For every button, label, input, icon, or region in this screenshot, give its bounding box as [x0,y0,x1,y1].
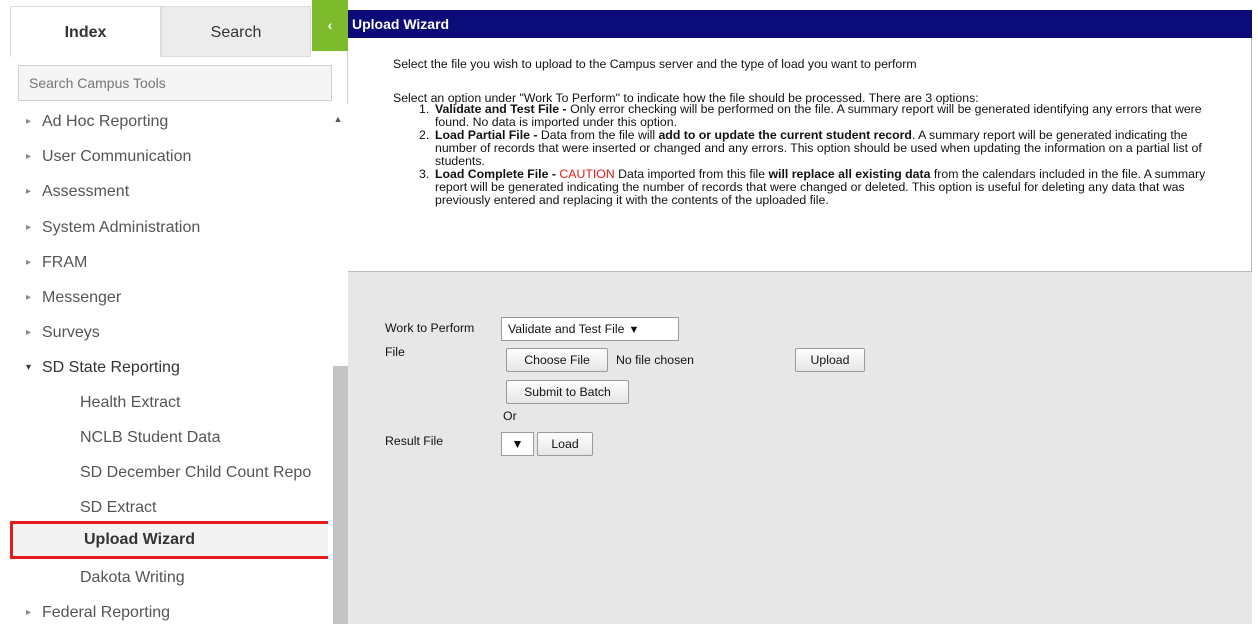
work-to-perform-label: Work to Perform [385,321,475,335]
chevron-right-icon: ▸ [26,151,32,162]
result-file-label: Result File [385,434,444,448]
sidebar-item-label: User Communication [42,148,192,165]
chevron-down-icon: ▾ [26,362,32,373]
option-emphasis: will replace all existing data [768,167,931,181]
choose-file-button[interactable]: Choose File [506,348,608,372]
upload-form: Work to Perform Validate and Test File ▼ … [348,272,1252,624]
sidebar-item-messenger[interactable]: ▸ Messenger [6,280,328,316]
option-item: 1. Validate and Test File - Only error c… [393,103,1213,129]
or-text: Or [503,409,517,423]
sidebar-tabs: Index Search ‹ [6,0,348,57]
chevron-down-icon: ▼ [511,437,524,451]
work-to-perform-select[interactable]: Validate and Test File ▼ [501,317,679,341]
chevron-right-icon: ▸ [26,257,32,268]
sidebar-item-sd-state-reporting[interactable]: ▾ SD State Reporting [6,350,328,386]
chevron-down-icon: ▼ [628,324,640,336]
sidebar-item-federal-reporting[interactable]: ▸ Federal Reporting [6,595,328,624]
sidebar-item-nclb-student-data[interactable]: NCLB Student Data [6,420,328,456]
option-text: Data from the file will [540,128,659,142]
chevron-right-icon: ▸ [26,607,32,618]
no-file-chosen-text: No file chosen [616,353,694,367]
option-number: 2. [419,128,430,142]
tab-search[interactable]: Search [161,6,311,57]
option-title: Load Partial File - [435,128,541,142]
sidebar-item-fram[interactable]: ▸ FRAM [6,245,328,281]
search-campus-tools-input[interactable] [18,65,332,101]
sidebar-item-label: Health Extract [80,394,181,411]
instructions-panel: Select the file you wish to upload to th… [348,38,1252,272]
sidebar-item-label: Dakota Writing [80,569,185,586]
sidebar-item-label: SD December Child Count Repo [80,464,312,481]
intro-text: Select the file you wish to upload to th… [393,57,917,71]
load-button[interactable]: Load [537,432,593,456]
file-label: File [385,345,405,359]
sidebar-item-label: Ad Hoc Reporting [42,113,169,130]
sidebar-item-label: Messenger [42,289,122,306]
sidebar-item-label: System Administration [42,219,201,236]
work-to-perform-value: Validate and Test File [508,322,625,336]
sidebar-item-assessment[interactable]: ▸ Assessment [6,174,328,210]
option-emphasis: add to or update the current student rec… [658,128,912,142]
sidebar-item-dakota-writing[interactable]: Dakota Writing [6,560,328,596]
chevron-left-icon: ‹ [327,17,333,33]
submit-to-batch-button[interactable]: Submit to Batch [506,380,629,404]
sidebar-item-user-communication[interactable]: ▸ User Communication [6,139,328,175]
sidebar-item-label: Federal Reporting [42,604,171,621]
page-title: Upload Wizard [348,10,1252,38]
sidebar-item-label: FRAM [42,254,88,271]
sidebar-item-label: SD State Reporting [42,359,180,376]
chevron-right-icon: ▸ [26,222,32,233]
option-number: 3. [419,167,430,181]
sidebar: Index Search ‹ ▸ Ad Hoc Reporting ▸ User C… [6,0,351,624]
upload-button[interactable]: Upload [795,348,865,372]
sidebar-item-ad-hoc-reporting[interactable]: ▸ Ad Hoc Reporting [6,104,328,140]
sidebar-item-health-extract[interactable]: Health Extract [6,385,328,421]
option-number: 1. [419,102,430,116]
sidebar-item-label-text: Upload Wizard [84,531,195,548]
chevron-right-icon: ▸ [26,327,32,338]
option-title: Load Complete File - [435,167,560,181]
sidebar-item-upload-wizard[interactable]: Upload Wizard [10,521,334,559]
sidebar-item-surveys[interactable]: ▸ Surveys [6,315,328,351]
option-text: Data imported from this file [614,167,769,181]
sidebar-item-label: Upload Wizard [10,521,328,559]
sidebar-item-label: Surveys [42,324,100,341]
sidebar-item-label: NCLB Student Data [80,429,221,446]
scroll-up-icon[interactable]: ▲ [328,111,348,127]
sidebar-item-system-administration[interactable]: ▸ System Administration [6,210,328,246]
collapse-sidebar-button[interactable]: ‹ [312,0,348,51]
sidebar-item-sd-december-child-count[interactable]: SD December Child Count Repo [6,455,328,491]
result-file-select[interactable]: ▼ [501,432,534,456]
tab-index[interactable]: Index [10,6,161,57]
chevron-right-icon: ▸ [26,292,32,303]
caution-text: CAUTION [559,167,615,181]
option-item: 2. Load Partial File - Data from the fil… [393,129,1213,168]
chevron-right-icon: ▸ [26,116,32,127]
options-list: 1. Validate and Test File - Only error c… [393,103,1213,207]
main-panel: Upload Wizard Select the file you wish t… [348,0,1252,624]
sidebar-item-label: SD Extract [80,499,157,516]
sidebar-item-label: Assessment [42,183,130,200]
option-item: 3. Load Complete File - CAUTION Data imp… [393,168,1213,207]
option-title: Validate and Test File - [435,102,571,116]
chevron-right-icon: ▸ [26,186,32,197]
